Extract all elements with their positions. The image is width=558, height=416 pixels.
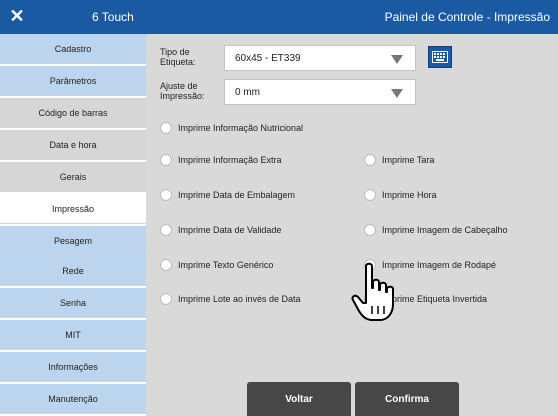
label-type-label: Tipo de Etiqueta: bbox=[160, 47, 196, 67]
close-icon[interactable]: ✕ bbox=[8, 6, 26, 26]
option-label: Imprime Data de Validade bbox=[178, 225, 282, 235]
sidebar-item-mit[interactable]: MIT bbox=[0, 320, 146, 350]
option-header-image[interactable]: Imprime Imagem de Cabeçalho bbox=[364, 223, 508, 237]
option-label: Imprime Etiqueta Invertida bbox=[382, 294, 488, 304]
label-type-value: 60x45 - ET339 bbox=[235, 52, 301, 64]
option-label: Imprime Data de Embalagem bbox=[178, 190, 296, 200]
option-label: Imprime Informação Nutricional bbox=[178, 123, 304, 133]
radio-button[interactable] bbox=[364, 189, 376, 201]
sidebar-item-label: Cadastro bbox=[54, 43, 92, 54]
sidebar-item-pesagem[interactable]: Pesagem bbox=[0, 226, 146, 256]
sidebar-item-label: Informações bbox=[48, 361, 98, 372]
option-footer-image[interactable]: Imprime Imagem de Rodapé bbox=[364, 258, 496, 272]
option-label: Imprime Texto Genérico bbox=[178, 260, 274, 270]
radio-button[interactable] bbox=[160, 293, 172, 305]
radio-button[interactable] bbox=[364, 154, 376, 166]
label-type-select[interactable]: 60x45 - ET339 bbox=[224, 45, 416, 71]
sidebar-item-cadastro[interactable]: Cadastro bbox=[0, 34, 146, 64]
print-adjust-select[interactable]: 0 mm bbox=[224, 79, 416, 105]
sidebar-item-label: Rede bbox=[62, 265, 84, 276]
keyboard-icon[interactable] bbox=[428, 46, 452, 68]
sidebar-item-gerais[interactable]: Gerais bbox=[0, 162, 146, 192]
print-adjust-value: 0 mm bbox=[235, 86, 260, 98]
option-inverted-label[interactable]: Imprime Etiqueta Invertida bbox=[364, 292, 487, 306]
sidebar-item-label: Impressão bbox=[51, 203, 95, 214]
sidebar-item-label: Gerais bbox=[59, 171, 87, 182]
sidebar-item-label: Data e hora bbox=[49, 139, 97, 150]
option-label: Imprime Imagem de Cabeçalho bbox=[382, 225, 508, 235]
option-label: Imprime Informação Extra bbox=[178, 155, 282, 165]
radio-button[interactable] bbox=[160, 224, 172, 236]
option-label: Imprime Imagem de Rodapé bbox=[382, 260, 497, 270]
sidebar-item-parametros[interactable]: Parâmetros bbox=[0, 66, 146, 96]
option-time[interactable]: Imprime Hora bbox=[364, 188, 437, 202]
sidebar-item-manutencao[interactable]: Manutenção bbox=[0, 384, 146, 414]
option-lot-instead-of-date[interactable]: Imprime Lote ao invés de Data bbox=[160, 292, 301, 306]
sidebar-item-informacoes[interactable]: Informações bbox=[0, 352, 146, 382]
radio-button[interactable] bbox=[160, 122, 172, 134]
radio-button[interactable] bbox=[364, 293, 376, 305]
sidebar-item-data-e-hora[interactable]: Data e hora bbox=[0, 130, 146, 160]
page-title: Painel de Controle - Impressão bbox=[384, 10, 550, 24]
sidebar-item-label: MIT bbox=[65, 329, 81, 340]
option-nutritional-info[interactable]: Imprime Informação Nutricional bbox=[160, 121, 303, 135]
sidebar: Cadastro Parâmetros Código de barras Dat… bbox=[0, 34, 146, 416]
option-label: Imprime Hora bbox=[382, 190, 437, 200]
sidebar-item-label: Pesagem bbox=[53, 235, 93, 246]
sidebar-item-codigo-de-barras[interactable]: Código de barras bbox=[0, 98, 146, 128]
print-adjust-label: Ajuste de Impressão: bbox=[160, 81, 205, 101]
option-extra-info[interactable]: Imprime Informação Extra bbox=[160, 153, 282, 167]
option-tare[interactable]: Imprime Tara bbox=[364, 153, 434, 167]
radio-button[interactable] bbox=[364, 224, 376, 236]
option-packing-date[interactable]: Imprime Data de Embalagem bbox=[160, 188, 295, 202]
sidebar-item-impressao[interactable]: Impressão bbox=[0, 194, 146, 224]
sidebar-item-senha[interactable]: Senha bbox=[0, 288, 146, 318]
sidebar-item-label: Código de barras bbox=[38, 107, 108, 118]
sidebar-item-label: Senha bbox=[59, 297, 87, 308]
title-bar: ✕ 6 Touch Painel de Controle - Impressão bbox=[0, 0, 558, 34]
confirm-button[interactable]: Confirma bbox=[355, 382, 459, 416]
radio-button[interactable] bbox=[160, 189, 172, 201]
radio-button[interactable] bbox=[160, 154, 172, 166]
sidebar-item-label: Manutenção bbox=[48, 393, 98, 404]
radio-button[interactable] bbox=[364, 259, 376, 271]
chevron-down-icon bbox=[391, 89, 403, 98]
option-expiry-date[interactable]: Imprime Data de Validade bbox=[160, 223, 281, 237]
option-label: Imprime Tara bbox=[382, 155, 435, 165]
radio-button[interactable] bbox=[160, 259, 172, 271]
sidebar-item-label: Parâmetros bbox=[49, 75, 97, 86]
app-title: 6 Touch bbox=[92, 10, 134, 24]
back-button[interactable]: Voltar bbox=[247, 382, 351, 416]
option-generic-text[interactable]: Imprime Texto Genérico bbox=[160, 258, 273, 272]
chevron-down-icon bbox=[391, 55, 403, 64]
sidebar-item-rede[interactable]: Rede bbox=[0, 256, 146, 286]
option-label: Imprime Lote ao invés de Data bbox=[178, 294, 301, 304]
